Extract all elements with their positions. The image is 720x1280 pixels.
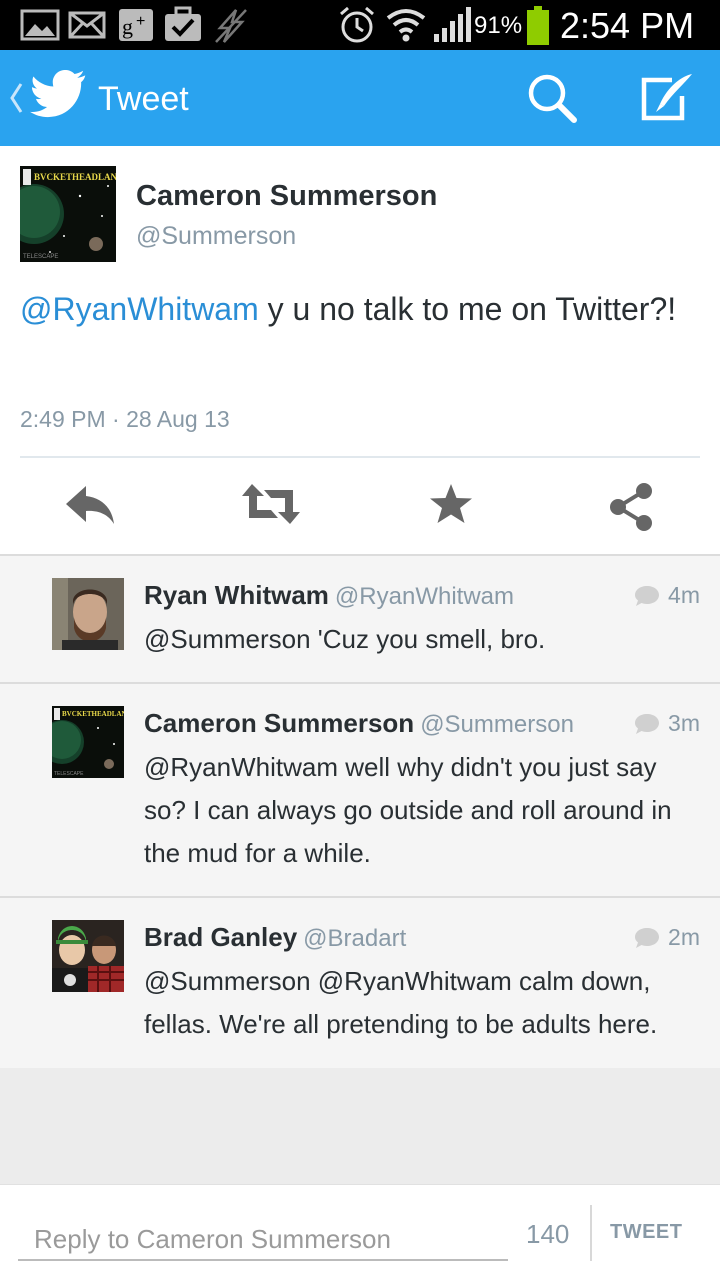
reply-compose-bar: 140 TWEET (0, 1184, 720, 1280)
speech-bubble-icon (635, 585, 660, 606)
tweet-button[interactable]: TWEET (610, 1221, 683, 1244)
svg-text:TELESCAPE: TELESCAPE (23, 254, 58, 260)
reply-text: @Summerson 'Cuz you smell, bro. (144, 624, 546, 654)
speech-bubble-icon (635, 713, 660, 734)
reply-author-name[interactable]: Brad Ganley (144, 922, 297, 952)
search-icon[interactable] (526, 72, 578, 124)
reply-avatar[interactable] (52, 920, 124, 992)
reply-avatar[interactable] (52, 578, 124, 650)
clock: 2:54 PM (560, 5, 695, 46)
back-chevron-icon[interactable] (8, 80, 24, 116)
svg-text:TELESCAPE: TELESCAPE (54, 771, 84, 777)
action-bar: Tweet (0, 50, 720, 146)
battery-icon (527, 6, 549, 45)
reply-avatar[interactable]: BVCKETHEADLAND TELESCAPE (52, 706, 124, 778)
tweet-timestamp: 2:49 PM · 28 Aug 13 (20, 406, 230, 432)
tweet-text: @RyanWhitwam y u no talk to me on Twitte… (20, 282, 700, 336)
svg-text:BVCKETHEADLAND: BVCKETHEADLAND (62, 710, 124, 718)
reply-header: Brad Ganley @Bradart (144, 922, 406, 953)
svg-text:+: + (136, 13, 145, 30)
reply-header: Cameron Summerson @Summerson (144, 708, 574, 739)
share-icon[interactable] (606, 482, 656, 532)
gallery-icon (20, 9, 60, 41)
google-plus-icon: g + (119, 9, 153, 41)
speech-bubble-icon (635, 927, 660, 948)
reply-time-text: 3m (668, 710, 700, 736)
divider (20, 456, 700, 458)
tweet-body: y u no talk to me on Twitter?! (258, 291, 677, 327)
reply-header: Ryan Whitwam @RyanWhitwam (144, 580, 514, 611)
reply-time: 2m (634, 924, 700, 951)
reply-item[interactable]: Ryan Whitwam @RyanWhitwam 4m @Summerson '… (0, 554, 720, 684)
alarm-icon (340, 6, 374, 43)
reply-item[interactable]: Brad Ganley @Bradart 2m @Summerson @RyanW… (0, 898, 720, 1068)
reply-author-name[interactable]: Ryan Whitwam (144, 580, 329, 610)
main-tweet: BVCKETHEADLAND TELESCAPE Cameron Summers… (0, 146, 720, 554)
svg-text:BVCKETHEADLAND: BVCKETHEADLAND (34, 172, 116, 182)
reply-text: @RyanWhitwam well why didn't you just sa… (144, 752, 672, 868)
favorite-star-icon[interactable] (428, 482, 474, 526)
svg-text:g: g (122, 14, 133, 39)
reply-time-text: 2m (668, 924, 700, 950)
compose-icon[interactable] (638, 72, 696, 124)
divider (590, 1205, 592, 1261)
reply-input[interactable] (18, 1211, 508, 1261)
reply-author-handle[interactable]: @Summerson (420, 711, 574, 738)
mail-icon (68, 11, 106, 39)
briefcase-check-icon (165, 6, 201, 41)
reply-icon[interactable] (64, 482, 116, 526)
status-bar: g + 91% 2:54 PM (0, 0, 720, 50)
battery-percent: 91% (474, 12, 523, 39)
retweet-icon[interactable] (240, 482, 302, 526)
character-count: 140 (526, 1219, 570, 1249)
wifi-icon (386, 9, 426, 42)
reply-item[interactable]: BVCKETHEADLAND TELESCAPE Cameron Summers… (0, 684, 720, 898)
reply-author-name[interactable]: Cameron Summerson (144, 708, 414, 738)
reply-time: 3m (634, 710, 700, 737)
reply-author-handle[interactable]: @RyanWhitwam (335, 583, 514, 610)
page-title: Tweet (98, 80, 189, 118)
reply-time-text: 4m (668, 582, 700, 608)
reply-text: @Summerson @RyanWhitwam calm down, fella… (144, 966, 658, 1039)
signal-icon (434, 7, 471, 42)
reply-author-handle[interactable]: @Bradart (303, 925, 406, 952)
twitter-bird-icon[interactable] (30, 70, 88, 120)
author-name[interactable]: Cameron Summerson (136, 180, 437, 213)
mention-link[interactable]: @RyanWhitwam (20, 291, 259, 327)
no-sync-icon (215, 9, 247, 43)
author-handle[interactable]: @Summerson (136, 222, 296, 251)
reply-time: 4m (634, 582, 700, 609)
author-avatar[interactable]: BVCKETHEADLAND TELESCAPE (20, 166, 116, 262)
